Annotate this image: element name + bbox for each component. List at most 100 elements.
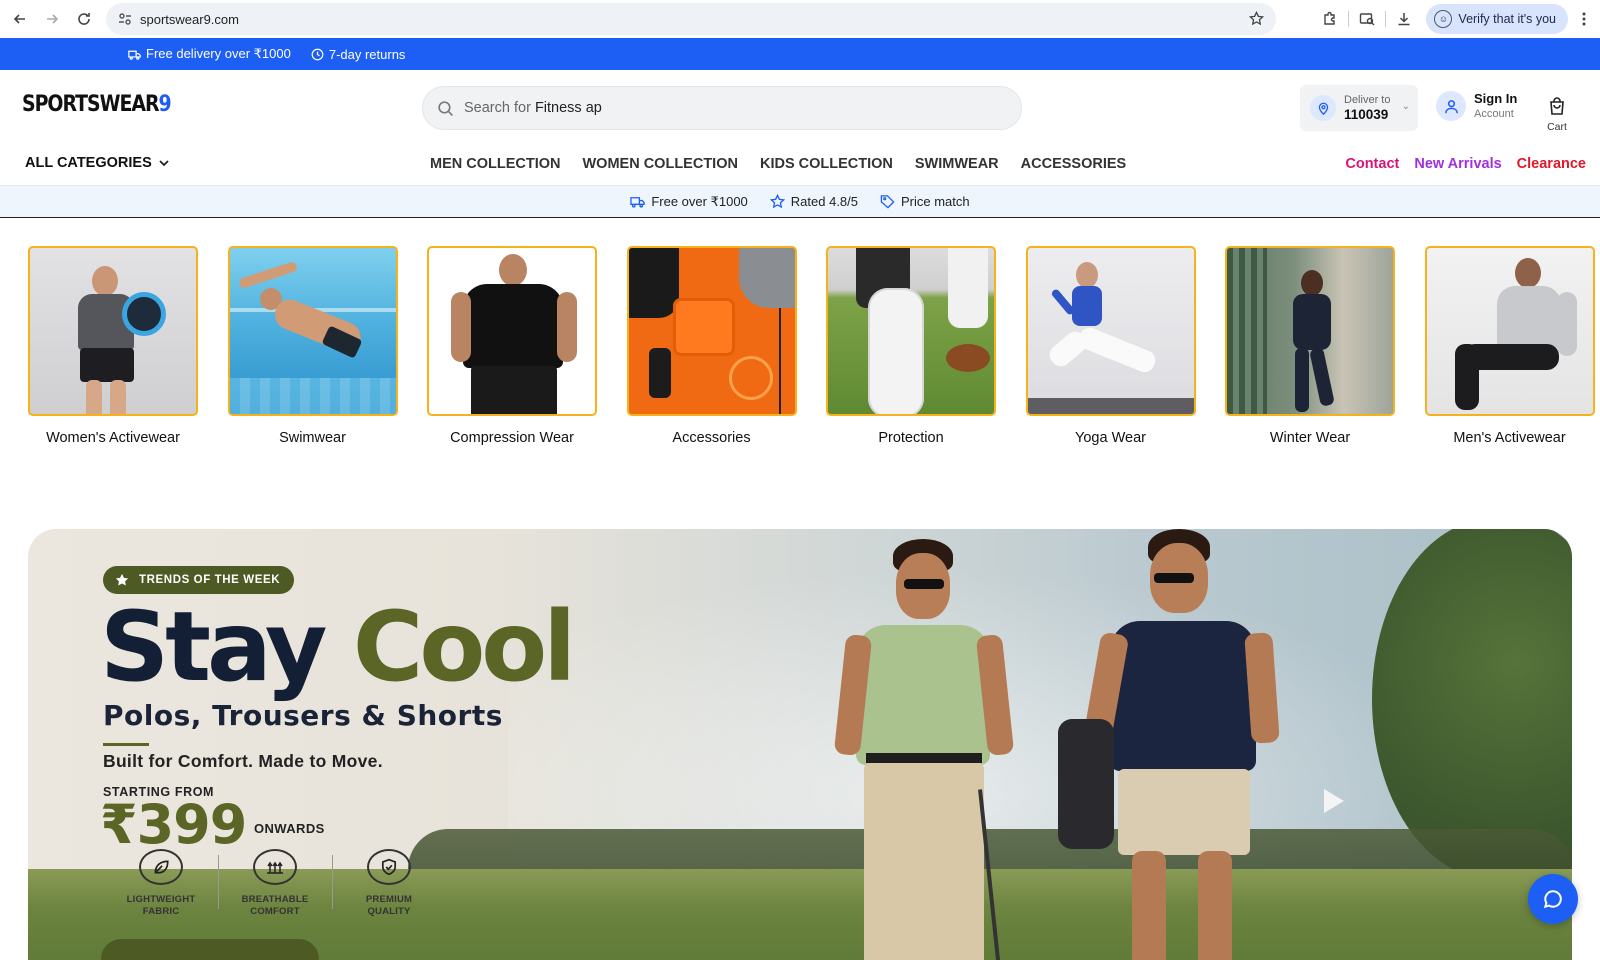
hero-banner[interactable]: TRENDS OF THE WEEK Stay Cool Polos, Trou… bbox=[28, 529, 1572, 960]
hero-divider bbox=[103, 743, 149, 746]
hero-price: ₹399 bbox=[100, 793, 247, 856]
hero-badge: TRENDS OF THE WEEK bbox=[103, 566, 295, 594]
category-row: Women's Activewear Swimwear Compression … bbox=[28, 246, 1595, 446]
nav-women-collection[interactable]: WOMEN COLLECTION bbox=[583, 156, 738, 172]
category-tile-winter-wear[interactable]: Winter Wear bbox=[1225, 246, 1395, 446]
hero-subtitle: Polos, Trousers & Shorts bbox=[103, 699, 503, 732]
trust-price-match: Price match bbox=[880, 194, 970, 209]
announcement-delivery-text: Free delivery over ₹1000 bbox=[146, 46, 291, 61]
chat-bubble-icon bbox=[1543, 890, 1562, 909]
chevron-down-icon: ⌄ bbox=[1401, 101, 1410, 112]
category-image[interactable] bbox=[1025, 246, 1196, 416]
category-tile-swimwear[interactable]: Swimwear bbox=[227, 246, 398, 446]
site-info-icon[interactable] bbox=[110, 12, 140, 26]
reload-icon bbox=[78, 13, 90, 25]
tag-icon bbox=[880, 195, 895, 209]
address-bar[interactable]: sportswear9.com bbox=[106, 3, 1276, 35]
category-tile-womens-activewear[interactable]: Women's Activewear bbox=[28, 246, 198, 446]
hero-shop-button[interactable] bbox=[101, 939, 319, 960]
chevron-down-icon bbox=[159, 160, 169, 167]
cart-label: Cart bbox=[1547, 121, 1567, 133]
category-name[interactable]: Men's Activewear bbox=[1425, 430, 1595, 446]
download-icon[interactable] bbox=[1386, 3, 1422, 35]
bookmark-star-icon[interactable] bbox=[1248, 10, 1265, 31]
search-placeholder: Search for bbox=[464, 100, 531, 116]
category-nav: ALL CATEGORIES MEN COLLECTION WOMEN COLL… bbox=[0, 142, 1600, 186]
nav-swimwear[interactable]: SWIMWEAR bbox=[915, 156, 999, 172]
arrow-right-icon bbox=[47, 14, 59, 24]
search-input[interactable]: Search for Fitness ap bbox=[422, 86, 1022, 130]
category-name[interactable]: Protection bbox=[826, 430, 996, 446]
category-tile-accessories[interactable]: Accessories bbox=[626, 246, 797, 446]
deliver-to-button[interactable]: Deliver to 110039 ⌄ bbox=[1300, 85, 1418, 131]
feature-premium: PREMIUM QUALITY bbox=[332, 849, 446, 918]
trust-rating: Rated 4.8/5 bbox=[769, 194, 858, 209]
truck-icon bbox=[630, 197, 646, 208]
location-pin-icon bbox=[1310, 95, 1336, 121]
feature-breathable: BREATHABLE COMFORT bbox=[218, 849, 332, 918]
category-image[interactable] bbox=[1225, 246, 1395, 416]
search-icon bbox=[438, 100, 453, 116]
reload-button[interactable] bbox=[68, 3, 100, 35]
truck-icon bbox=[128, 50, 141, 60]
hero-tagline: Built for Comfort. Made to Move. bbox=[103, 751, 383, 771]
category-tile-yoga-wear[interactable]: Yoga Wear bbox=[1025, 246, 1196, 446]
user-icon bbox=[1436, 91, 1466, 121]
category-name[interactable]: Yoga Wear bbox=[1026, 430, 1196, 446]
trust-strip: Free over ₹1000 Rated 4.8/5 Price match bbox=[0, 186, 1600, 218]
category-name[interactable]: Winter Wear bbox=[1225, 430, 1395, 446]
category-tile-protection[interactable]: Protection bbox=[826, 246, 996, 446]
nav-contact[interactable]: Contact bbox=[1345, 156, 1399, 172]
back-button[interactable] bbox=[4, 3, 36, 35]
nav-kids-collection[interactable]: KIDS COLLECTION bbox=[760, 156, 893, 172]
chat-button[interactable] bbox=[1528, 874, 1578, 924]
nav-clearance[interactable]: Clearance bbox=[1517, 156, 1586, 172]
browser-menu-icon[interactable] bbox=[1568, 3, 1600, 35]
sign-in-button[interactable]: Sign In Account bbox=[1436, 91, 1517, 121]
all-categories-button[interactable]: ALL CATEGORIES bbox=[25, 155, 170, 171]
star-icon bbox=[769, 194, 785, 209]
nav-accessories[interactable]: ACCESSORIES bbox=[1021, 156, 1127, 172]
verify-profile-button[interactable]: ☺ Verify that it's you bbox=[1426, 4, 1568, 34]
cart-button[interactable]: Cart bbox=[1540, 96, 1574, 133]
trust-rated-text: Rated 4.8/5 bbox=[790, 194, 858, 209]
feature-lightweight: LIGHTWEIGHT FABRIC bbox=[104, 849, 218, 918]
browser-toolbar: sportswear9.com ☺ Verify that it's you bbox=[0, 0, 1600, 38]
nav-men-collection[interactable]: MEN COLLECTION bbox=[430, 156, 561, 172]
deliver-label: Deliver to bbox=[1344, 93, 1391, 106]
leaf-icon bbox=[139, 849, 183, 885]
category-image[interactable] bbox=[826, 246, 996, 416]
category-image[interactable] bbox=[1424, 246, 1595, 416]
category-name[interactable]: Women's Activewear bbox=[28, 430, 198, 446]
category-name[interactable]: Accessories bbox=[627, 430, 797, 446]
category-image[interactable] bbox=[427, 246, 597, 416]
hero-badge-text: TRENDS OF THE WEEK bbox=[139, 574, 281, 586]
site-logo[interactable]: SPORTSWEAR9 bbox=[22, 92, 172, 117]
category-tile-compression-wear[interactable]: Compression Wear bbox=[427, 246, 597, 446]
announcement-delivery: Free delivery over ₹1000 bbox=[128, 46, 291, 62]
site-header: SPORTSWEAR9 Search for Fitness ap Delive… bbox=[0, 70, 1600, 142]
announcement-returns-text: 7-day returns bbox=[328, 46, 406, 62]
logo-text: SPORTSWEAR bbox=[22, 92, 160, 117]
extensions-icon[interactable] bbox=[1312, 3, 1348, 35]
logo-accent: 9 bbox=[158, 92, 172, 117]
hero-model-green-polo bbox=[833, 539, 1015, 960]
category-image[interactable] bbox=[28, 246, 198, 416]
category-image[interactable] bbox=[227, 246, 398, 416]
hero-onwards: ONWARDS bbox=[254, 821, 325, 836]
trust-price-text: Price match bbox=[901, 194, 970, 209]
category-tile-mens-activewear[interactable]: Men's Activewear bbox=[1424, 246, 1595, 446]
category-name[interactable]: Swimwear bbox=[228, 430, 398, 446]
hero-title: Stay Cool bbox=[100, 591, 576, 703]
category-name[interactable]: Compression Wear bbox=[427, 430, 597, 446]
hero-title-word-1: Stay bbox=[100, 591, 327, 703]
category-image[interactable] bbox=[626, 246, 797, 416]
nav-new-arrivals[interactable]: New Arrivals bbox=[1414, 156, 1501, 172]
forward-button[interactable] bbox=[36, 3, 68, 35]
feature-line-2: FABRIC bbox=[142, 906, 180, 917]
hero-title-word-2: Cool bbox=[352, 591, 576, 703]
tab-search-icon[interactable] bbox=[1349, 3, 1385, 35]
url-text[interactable]: sportswear9.com bbox=[140, 12, 239, 27]
feature-line-1: BREATHABLE bbox=[241, 894, 309, 905]
airflow-icon bbox=[253, 849, 297, 885]
